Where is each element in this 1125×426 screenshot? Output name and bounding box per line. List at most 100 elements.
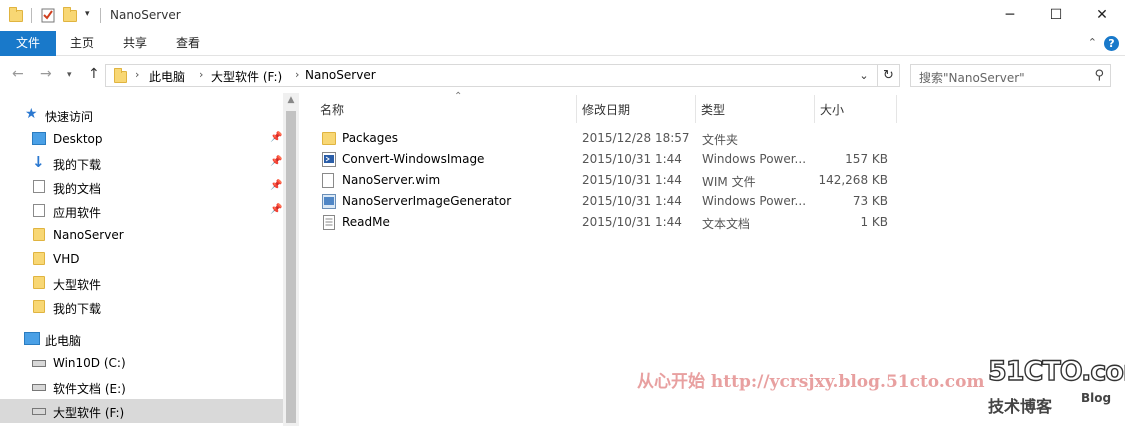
file-date: 2015/10/31 1:44 bbox=[582, 173, 682, 187]
file-row[interactable]: NanoServerImageGenerator 2015/10/31 1:44… bbox=[317, 191, 897, 212]
scrollbar-thumb[interactable] bbox=[286, 111, 296, 423]
sidebar-item-vhd[interactable]: VHD bbox=[0, 247, 283, 271]
maximize-icon[interactable]: ☐ bbox=[1033, 0, 1079, 31]
desktop-icon bbox=[32, 132, 46, 145]
sidebar-item-label: 快速访问 bbox=[45, 110, 94, 124]
breadcrumb-drive-f[interactable]: 大型软件 (F:) bbox=[211, 68, 282, 85]
divider bbox=[100, 8, 101, 23]
chevron-right-icon[interactable]: › bbox=[135, 68, 139, 81]
search-icon[interactable]: ⚲ bbox=[1094, 68, 1104, 83]
properties-icon[interactable] bbox=[41, 7, 55, 25]
file-type: Windows Power... bbox=[702, 152, 807, 166]
close-icon[interactable]: ✕ bbox=[1079, 0, 1125, 31]
sidebar-item-my-downloads[interactable]: 我的下载 bbox=[0, 295, 283, 319]
file-row[interactable]: ReadMe 2015/10/31 1:44 文本文档 1 KB bbox=[317, 212, 897, 233]
divider bbox=[31, 8, 32, 23]
column-header-name[interactable]: 名称 ⌃ bbox=[314, 91, 576, 123]
sort-ascending-icon: ⌃ bbox=[454, 91, 463, 102]
file-row[interactable]: Packages 2015/12/28 18:57 文件夹 bbox=[317, 128, 897, 149]
file-name: Convert-WindowsImage bbox=[342, 152, 485, 166]
watermark-subtitle: 技术博客 bbox=[988, 397, 1053, 416]
sidebar-item-this-pc[interactable]: 此电脑 bbox=[0, 327, 283, 351]
forward-icon[interactable]: → bbox=[40, 66, 52, 82]
folder-icon bbox=[322, 132, 336, 145]
sidebar-item-label: 应用软件 bbox=[53, 206, 102, 220]
column-header-type[interactable]: 类型 bbox=[695, 93, 814, 123]
tab-file[interactable]: 文件 bbox=[0, 31, 56, 56]
sidebar-item-label: 我的下载 bbox=[53, 158, 102, 172]
column-label: 大小 bbox=[820, 103, 845, 117]
chevron-up-icon[interactable]: ⌃ bbox=[1088, 36, 1097, 49]
sidebar-item-large-software[interactable]: 大型软件 bbox=[0, 271, 283, 295]
sidebar-item-downloads[interactable]: ↓ 我的下载 📌 bbox=[0, 151, 283, 175]
file-date: 2015/12/28 18:57 bbox=[582, 131, 690, 145]
drive-icon bbox=[32, 384, 46, 391]
sidebar-item-quick-access[interactable]: ★ 快速访问 bbox=[0, 103, 283, 127]
sidebar-item-label: Desktop bbox=[53, 132, 103, 146]
folder-icon bbox=[114, 68, 127, 83]
sidebar-item-label: 软件文档 (E:) bbox=[53, 382, 126, 396]
document-icon bbox=[33, 180, 45, 193]
new-folder-icon[interactable] bbox=[63, 7, 77, 25]
sidebar-item-label: 此电脑 bbox=[45, 334, 82, 348]
tab-share[interactable]: 共享 bbox=[113, 31, 157, 56]
file-name: Packages bbox=[342, 131, 398, 145]
title-bar: ▾ NanoServer ─ ☐ ✕ bbox=[0, 0, 1125, 31]
chevron-down-icon[interactable]: ⌄ bbox=[855, 65, 873, 86]
watermark-blog: Blog bbox=[1081, 391, 1112, 405]
file-date: 2015/10/31 1:44 bbox=[582, 152, 682, 166]
folder-icon bbox=[33, 276, 45, 289]
file-type: 文本文档 bbox=[702, 217, 751, 231]
column-header-size[interactable]: 大小 bbox=[814, 93, 896, 123]
folder-icon bbox=[33, 228, 45, 241]
folder-icon bbox=[33, 252, 45, 265]
sidebar-item-drive-c[interactable]: Win10D (C:) bbox=[0, 351, 283, 375]
column-divider[interactable] bbox=[896, 95, 897, 123]
sidebar-item-label: NanoServer bbox=[53, 228, 124, 242]
sidebar-item-label: Win10D (C:) bbox=[53, 356, 126, 370]
minimize-icon[interactable]: ─ bbox=[987, 0, 1033, 31]
text-file-icon bbox=[322, 215, 336, 230]
tab-home[interactable]: 主页 bbox=[60, 31, 104, 56]
navigation-pane: ★ 快速访问 Desktop 📌 ↓ 我的下载 📌 我的文档 📌 应用软件 📌 … bbox=[0, 93, 299, 426]
back-icon[interactable]: ← bbox=[12, 66, 24, 82]
pin-icon[interactable]: 📌 bbox=[270, 204, 282, 215]
customize-toolbar-icon[interactable]: ▾ bbox=[85, 9, 90, 27]
sidebar-item-label: 我的文档 bbox=[53, 182, 102, 196]
search-input[interactable]: 搜索"NanoServer" ⚲ bbox=[910, 64, 1111, 87]
sidebar-item-desktop[interactable]: Desktop 📌 bbox=[0, 127, 283, 151]
up-icon[interactable]: ↑ bbox=[88, 66, 100, 82]
help-icon[interactable]: ? bbox=[1104, 36, 1119, 51]
sidebar-scrollbar[interactable]: ▲ bbox=[283, 93, 299, 426]
chevron-right-icon[interactable]: › bbox=[295, 68, 299, 81]
powershell-script-icon bbox=[322, 152, 336, 167]
file-size: 142,268 KB bbox=[818, 173, 888, 187]
column-label: 修改日期 bbox=[582, 103, 631, 117]
powershell-module-icon bbox=[322, 194, 336, 209]
breadcrumb-this-pc[interactable]: 此电脑 bbox=[149, 68, 185, 85]
sidebar-item-apps[interactable]: 应用软件 📌 bbox=[0, 199, 283, 223]
pin-icon[interactable]: 📌 bbox=[270, 156, 282, 167]
column-header-date[interactable]: 修改日期 bbox=[576, 93, 695, 123]
tab-view[interactable]: 查看 bbox=[166, 31, 210, 56]
pin-icon[interactable]: 📌 bbox=[270, 132, 282, 143]
window-title: NanoServer bbox=[110, 8, 181, 22]
file-row[interactable]: NanoServer.wim 2015/10/31 1:44 WIM 文件 14… bbox=[317, 170, 897, 191]
drive-icon bbox=[32, 360, 46, 367]
address-bar[interactable]: › 此电脑 › 大型软件 (F:) › NanoServer ⌄ ↻ bbox=[105, 64, 900, 87]
star-icon: ★ bbox=[25, 106, 38, 122]
file-row[interactable]: Convert-WindowsImage 2015/10/31 1:44 Win… bbox=[317, 149, 897, 170]
scroll-up-icon[interactable]: ▲ bbox=[283, 95, 299, 105]
refresh-icon[interactable]: ↻ bbox=[877, 65, 899, 86]
breadcrumb-nanoserver[interactable]: NanoServer bbox=[305, 68, 376, 82]
sidebar-item-drive-f[interactable]: 大型软件 (F:) bbox=[0, 399, 283, 423]
sidebar-item-label: 我的下载 bbox=[53, 302, 102, 316]
pin-icon[interactable]: 📌 bbox=[270, 180, 282, 191]
sidebar-item-documents[interactable]: 我的文档 📌 bbox=[0, 175, 283, 199]
file-name: NanoServer.wim bbox=[342, 173, 441, 187]
recent-locations-icon[interactable]: ▾ bbox=[67, 70, 72, 80]
chevron-right-icon[interactable]: › bbox=[199, 68, 203, 81]
file-name: ReadMe bbox=[342, 215, 390, 229]
sidebar-item-drive-e[interactable]: 软件文档 (E:) bbox=[0, 375, 283, 399]
sidebar-item-nanoserver[interactable]: NanoServer bbox=[0, 223, 283, 247]
